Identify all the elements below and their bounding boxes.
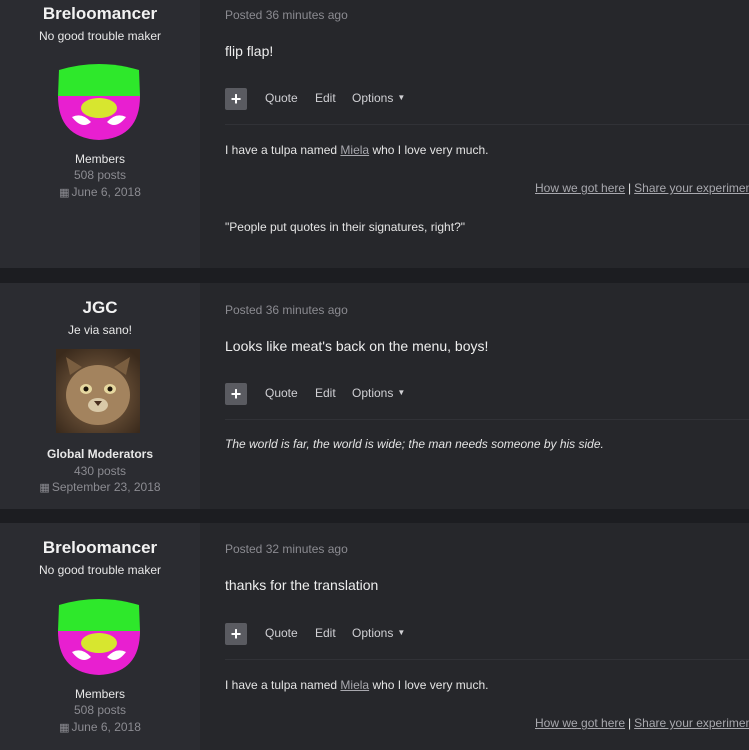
join-date: ▦ June 6, 2018 bbox=[59, 185, 141, 199]
post-count: 508 posts bbox=[73, 703, 127, 717]
post-count: 508 posts bbox=[73, 168, 127, 182]
post-timestamp[interactable]: Posted 36 minutes ago bbox=[225, 8, 348, 22]
author-group: Members bbox=[74, 152, 125, 166]
post-content: Posted 32 minutes ago thanks for the tra… bbox=[205, 523, 749, 750]
signature-line: I have a tulpa named Miela who I love ve… bbox=[225, 143, 489, 157]
caret-down-icon: ▼ bbox=[397, 388, 406, 397]
edit-button[interactable]: Edit bbox=[315, 91, 336, 105]
signature-quote: The world is far, the world is wide; the… bbox=[225, 437, 604, 451]
how-we-got-here-link[interactable]: How we got here bbox=[535, 716, 625, 730]
author-panel: Breloomancer No good trouble maker Membe… bbox=[0, 0, 200, 268]
post-content: Posted 36 minutes ago Looks like meat's … bbox=[205, 283, 749, 509]
calendar-icon: ▦ bbox=[59, 722, 70, 734]
post-actions: + Quote Edit Options ▼ bbox=[225, 383, 749, 405]
cat-photo-avatar-icon[interactable] bbox=[56, 349, 140, 433]
divider bbox=[225, 659, 749, 660]
miela-link[interactable]: Miela bbox=[340, 143, 369, 157]
post-content: Posted 36 minutes ago flip flap! + Quote… bbox=[205, 0, 749, 268]
post-actions: + Quote Edit Options ▼ bbox=[225, 88, 749, 110]
author-name[interactable]: Breloomancer bbox=[0, 538, 200, 558]
share-experiment-link[interactable]: Share your experiment bbox=[634, 716, 749, 730]
post-actions: + Quote Edit Options ▼ bbox=[225, 623, 749, 645]
options-button[interactable]: Options ▼ bbox=[352, 386, 405, 400]
divider bbox=[225, 124, 749, 125]
signature-links: How we got here | Share your experiment bbox=[535, 716, 749, 730]
join-date: ▦ June 6, 2018 bbox=[59, 720, 141, 734]
divider bbox=[225, 419, 749, 420]
signature-links: How we got here | Share your experiment bbox=[535, 181, 749, 195]
options-button[interactable]: Options ▼ bbox=[352, 626, 405, 640]
quote-button[interactable]: Quote bbox=[265, 386, 298, 400]
quote-button[interactable]: Quote bbox=[265, 91, 298, 105]
breloom-mask-avatar-icon[interactable] bbox=[56, 595, 142, 681]
post-timestamp[interactable]: Posted 32 minutes ago bbox=[225, 542, 348, 556]
caret-down-icon: ▼ bbox=[397, 628, 406, 637]
edit-button[interactable]: Edit bbox=[315, 626, 336, 640]
author-title: No good trouble maker bbox=[38, 563, 162, 577]
calendar-icon: ▦ bbox=[59, 187, 70, 199]
post-count: 430 posts bbox=[73, 464, 127, 478]
post-3: Breloomancer No good trouble maker Membe… bbox=[0, 523, 749, 750]
join-date: ▦ September 23, 2018 bbox=[39, 480, 161, 494]
edit-button[interactable]: Edit bbox=[315, 386, 336, 400]
calendar-icon: ▦ bbox=[39, 482, 50, 494]
signature-line: I have a tulpa named Miela who I love ve… bbox=[225, 678, 489, 692]
plus-button[interactable]: + bbox=[225, 88, 247, 110]
plus-button[interactable]: + bbox=[225, 623, 247, 645]
author-group: Members bbox=[74, 687, 125, 701]
miela-link[interactable]: Miela bbox=[340, 678, 369, 692]
post-1: Breloomancer No good trouble maker Membe… bbox=[0, 0, 749, 268]
author-name[interactable]: JGC bbox=[0, 298, 200, 318]
plus-button[interactable]: + bbox=[225, 383, 247, 405]
how-we-got-here-link[interactable]: How we got here bbox=[535, 181, 625, 195]
author-title: Je via sano! bbox=[67, 323, 133, 337]
breloom-mask-avatar-icon[interactable] bbox=[56, 60, 142, 146]
options-button[interactable]: Options ▼ bbox=[352, 91, 405, 105]
author-group: Global Moderators bbox=[46, 447, 153, 461]
share-experiment-link[interactable]: Share your experiment bbox=[634, 181, 749, 195]
author-panel: Breloomancer No good trouble maker Membe… bbox=[0, 523, 200, 750]
post-2: JGC Je via sano! Global Moderators 430 p… bbox=[0, 283, 749, 509]
post-message: flip flap! bbox=[225, 43, 274, 59]
signature-quote: "People put quotes in their signatures, … bbox=[225, 220, 465, 234]
author-title: No good trouble maker bbox=[38, 29, 162, 43]
post-message: Looks like meat's back on the menu, boys… bbox=[225, 338, 489, 354]
post-message: thanks for the translation bbox=[225, 577, 379, 593]
caret-down-icon: ▼ bbox=[397, 93, 406, 102]
quote-button[interactable]: Quote bbox=[265, 626, 298, 640]
author-name[interactable]: Breloomancer bbox=[0, 4, 200, 24]
post-timestamp[interactable]: Posted 36 minutes ago bbox=[225, 303, 348, 317]
author-panel: JGC Je via sano! Global Moderators 430 p… bbox=[0, 283, 200, 509]
